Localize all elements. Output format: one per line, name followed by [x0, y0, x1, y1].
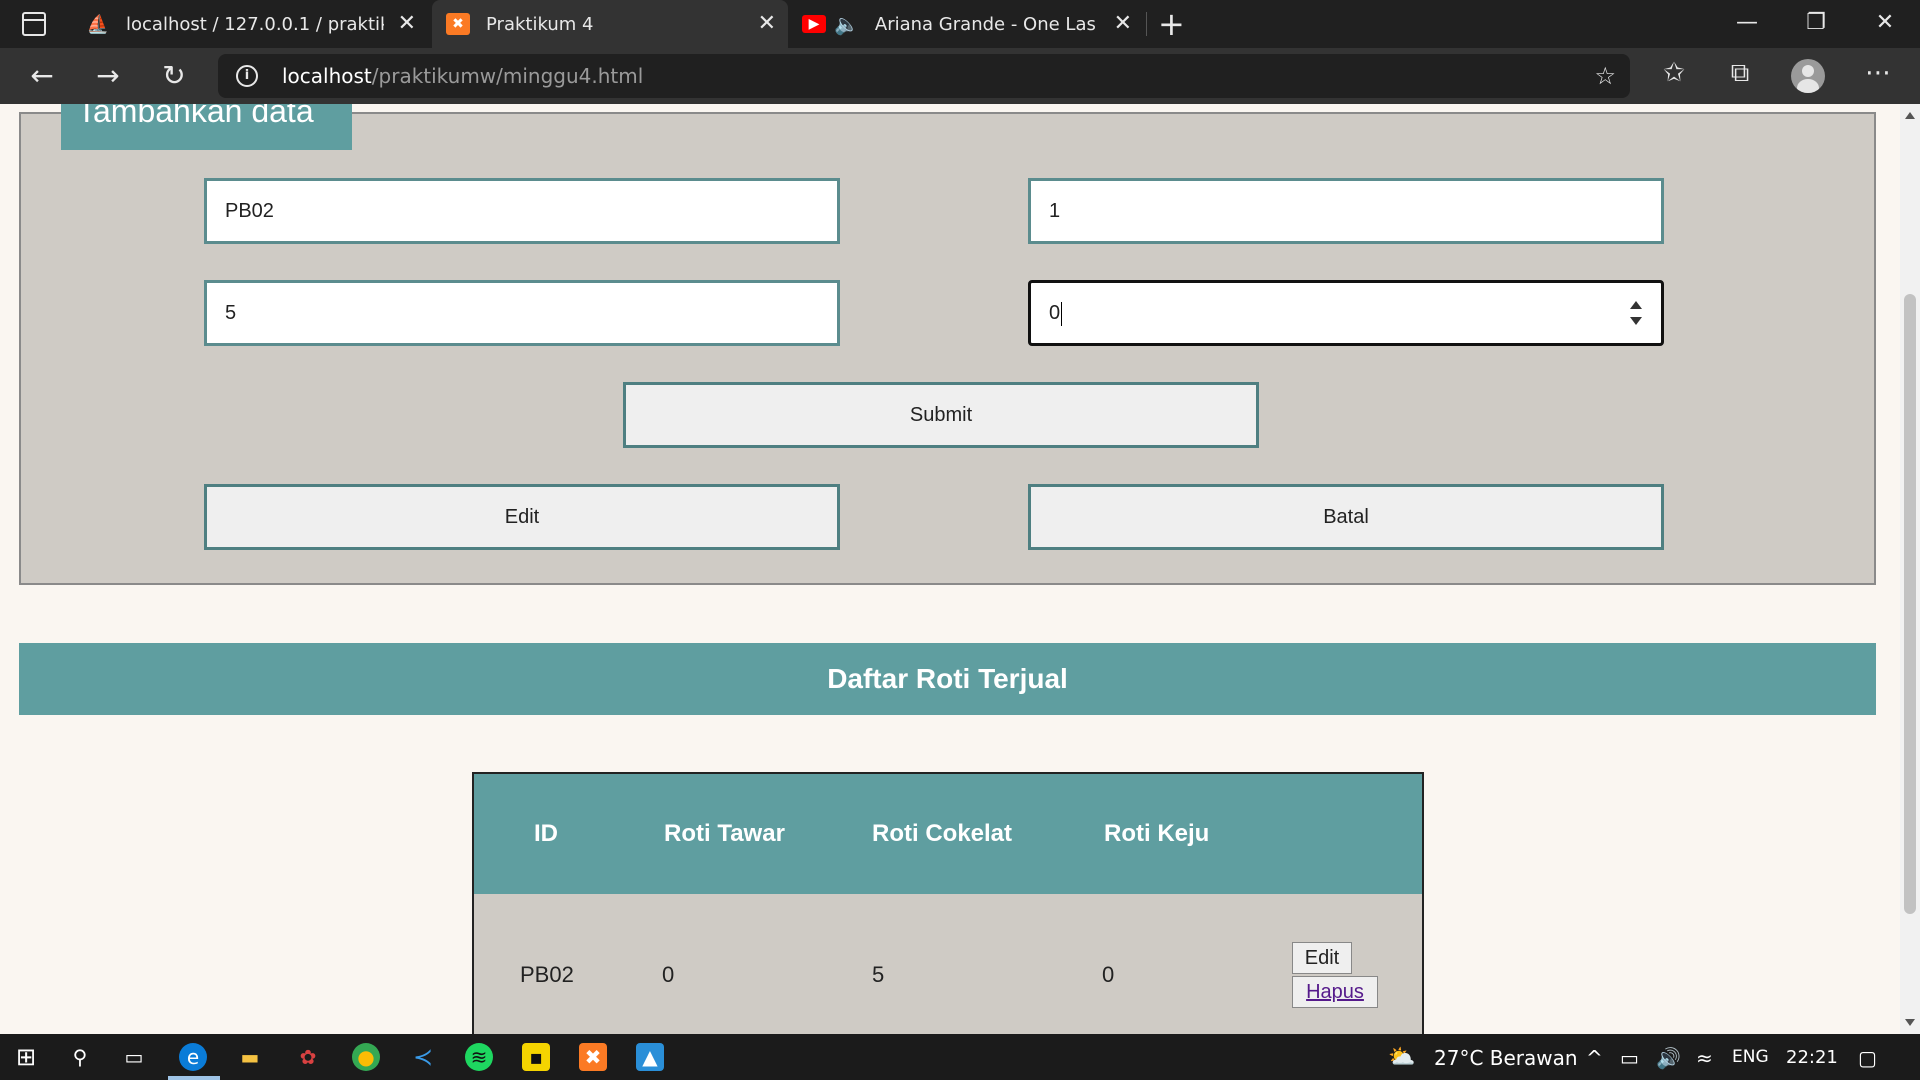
battery-icon[interactable]: ▭ [1620, 1046, 1639, 1070]
id-field[interactable]: PB02 [204, 178, 840, 244]
tab-actions-icon[interactable] [22, 12, 46, 36]
scroll-up-icon[interactable] [1905, 112, 1915, 119]
quantity-field-1[interactable]: 1 [1028, 178, 1664, 244]
tab-praktikum[interactable]: ✖ Praktikum 4 ✕ [432, 0, 788, 48]
more-icon[interactable]: ⋯ [1858, 58, 1898, 88]
tray-chevron-icon[interactable]: ^ [1586, 1046, 1603, 1070]
list-title: Daftar Roti Terjual [19, 643, 1876, 715]
browser-tab-bar: ⛵ localhost / 127.0.0.1 / praktikum ✕ ✖ … [0, 0, 1920, 48]
back-icon[interactable]: ← [24, 60, 60, 92]
tab-title: Ariana Grande - One Last Ti [874, 13, 1095, 35]
phpmyadmin-icon: ⛵ [86, 13, 110, 35]
quantity-number-input[interactable]: 0 [1028, 280, 1664, 346]
cancel-button[interactable]: Batal [1028, 484, 1664, 550]
youtube-icon: ▶ [802, 15, 826, 33]
sticky-notes-icon[interactable]: ▪ [522, 1043, 550, 1071]
scroll-thumb[interactable] [1904, 294, 1916, 914]
new-tab-icon[interactable]: + [1158, 6, 1185, 42]
url-host: localhost [282, 64, 372, 88]
navigation-bar: ← → ↻ i localhost/praktikumw/minggu4.htm… [0, 48, 1920, 104]
restore-icon[interactable]: ❐ [1796, 8, 1836, 38]
chrome-icon[interactable]: ● [352, 1043, 380, 1071]
page-viewport: Tambahkan data PB02 1 5 0 Submit Edit Ba… [0, 104, 1900, 1034]
scroll-down-icon[interactable] [1905, 1019, 1915, 1026]
close-icon[interactable]: ✕ [398, 12, 416, 36]
weather-icon[interactable]: ⛅ [1388, 1043, 1416, 1071]
address-bar[interactable]: i localhost/praktikumw/minggu4.html ☆ [218, 54, 1630, 98]
collections-icon[interactable]: ⧉ [1720, 58, 1760, 89]
tab-phpmyadmin[interactable]: ⛵ localhost / 127.0.0.1 / praktikum ✕ [86, 0, 428, 48]
close-window-icon[interactable]: ✕ [1865, 8, 1905, 38]
xampp-icon: ✖ [446, 13, 470, 35]
form-legend: Tambahkan data [61, 104, 352, 150]
file-explorer-icon[interactable]: ▬ [236, 1043, 264, 1071]
clock[interactable]: 22:21 [1786, 1047, 1838, 1068]
edge-icon[interactable]: e [179, 1043, 207, 1071]
weather-text[interactable]: 27°C Berawan [1434, 1046, 1578, 1070]
table-header: ID Roti Tawar Roti Cokelat Roti Keju [474, 774, 1422, 894]
edit-button[interactable]: Edit [204, 484, 840, 550]
url-path: /praktikumw/minggu4.html [371, 64, 644, 88]
column-header: ID [534, 820, 558, 847]
windows-start-icon[interactable]: ⊞ [12, 1043, 40, 1071]
submit-button[interactable]: Submit [623, 382, 1259, 448]
active-app-indicator [168, 1076, 220, 1080]
column-header: Roti Cokelat [872, 820, 1013, 847]
cell-id: PB02 [520, 962, 574, 987]
xampp-taskbar-icon[interactable]: ✖ [579, 1043, 607, 1071]
column-header: Roti Keju [1104, 820, 1210, 847]
url-text[interactable]: localhost/praktikumw/minggu4.html [282, 64, 643, 88]
add-favorite-icon[interactable]: ☆ [1594, 62, 1616, 90]
close-icon[interactable]: ✕ [758, 12, 776, 36]
search-icon[interactable]: ⚲ [66, 1043, 94, 1071]
tab-title: Praktikum 4 [486, 13, 594, 35]
text-caret [1061, 301, 1063, 326]
add-data-form: Tambahkan data PB02 1 5 0 Submit Edit Ba… [19, 104, 1876, 585]
paint-icon[interactable]: ✿ [294, 1043, 322, 1071]
number-spinner[interactable] [1629, 301, 1643, 325]
row-edit-button[interactable]: Edit [1292, 942, 1352, 974]
info-icon[interactable]: i [236, 65, 258, 87]
volume-icon[interactable]: 🔊 [1656, 1046, 1681, 1070]
spotify-icon[interactable]: ≋ [465, 1043, 493, 1071]
minimize-icon[interactable]: — [1727, 8, 1767, 38]
tab-youtube[interactable]: ▶ 🔈 Ariana Grande - One Last Ti ✕ [802, 0, 1144, 48]
tab-divider [1146, 12, 1147, 36]
notification-icon[interactable]: ▢ [1858, 1046, 1877, 1070]
column-header: Roti Tawar [664, 820, 785, 847]
cell-roti-tawar: 0 [662, 962, 675, 987]
close-icon[interactable]: ✕ [1114, 12, 1132, 36]
language-indicator[interactable]: ENG [1732, 1047, 1769, 1067]
quantity-field-2[interactable]: 5 [204, 280, 840, 346]
photos-icon[interactable]: ▲ [636, 1043, 664, 1071]
speaker-icon[interactable]: 🔈 [834, 12, 859, 36]
row-delete-link[interactable]: Hapus [1292, 976, 1378, 1008]
tab-title: localhost / 127.0.0.1 / praktikum [126, 13, 384, 35]
forward-icon[interactable]: → [90, 60, 126, 92]
refresh-icon[interactable]: ↻ [156, 60, 192, 92]
task-view-icon[interactable]: ▭ [120, 1043, 148, 1071]
cell-roti-cokelat: 5 [872, 962, 885, 987]
favorites-icon[interactable]: ✩ [1654, 58, 1694, 88]
spin-down-icon[interactable] [1630, 317, 1642, 325]
sales-table: ID Roti Tawar Roti Cokelat Roti Keju PB0… [472, 772, 1424, 1034]
vscode-icon[interactable]: ≺ [409, 1043, 437, 1071]
number-value: 0 [1049, 302, 1061, 324]
cell-roti-keju: 0 [1102, 962, 1115, 987]
spin-up-icon[interactable] [1630, 301, 1642, 309]
page-scrollbar[interactable] [1900, 104, 1920, 1034]
wifi-icon[interactable]: ≈ [1696, 1046, 1713, 1070]
profile-avatar[interactable] [1791, 59, 1825, 93]
windows-taskbar: ⊞ ⚲ ▭ e ▬ ✿ ● ≺ ≋ ▪ ✖ ▲ ⛅ 27°C Berawan ^… [0, 1034, 1920, 1080]
